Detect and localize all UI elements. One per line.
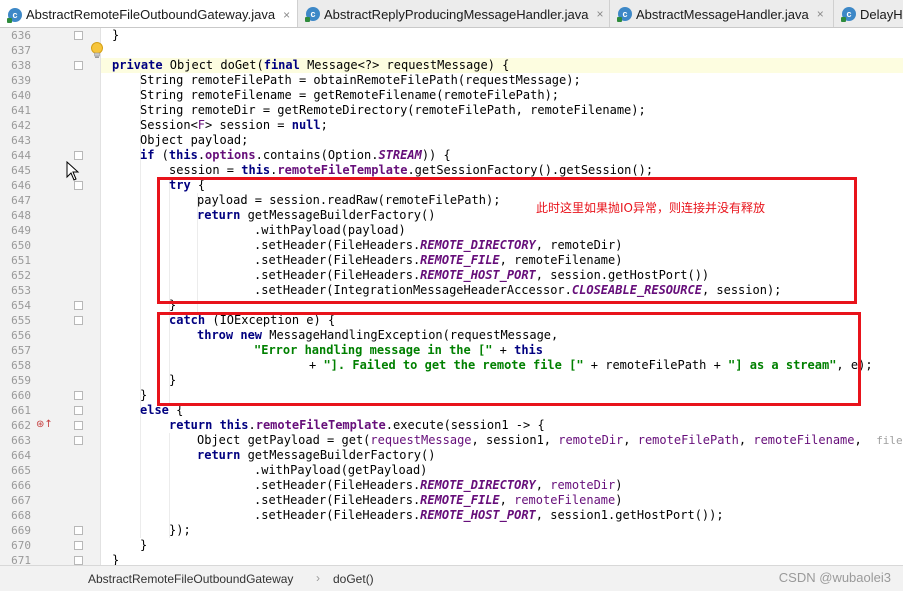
line-number: 659 bbox=[11, 374, 31, 387]
line-number: 665 bbox=[11, 464, 31, 477]
code-line: .withPayload(getPayload) bbox=[254, 463, 428, 477]
code-line: .setHeader(FileHeaders.REMOTE_FILE, remo… bbox=[254, 493, 623, 507]
line-number: 670 bbox=[11, 539, 31, 552]
close-tab-icon[interactable]: × bbox=[596, 7, 603, 21]
tab-abstract-message-handler[interactable]: c AbstractMessageHandler.java × bbox=[610, 0, 834, 27]
code-line: Object payload; bbox=[140, 133, 249, 147]
code-line: Session<F> session = null; bbox=[140, 118, 328, 132]
line-number: 639 bbox=[11, 74, 31, 87]
tab-abstract-reply-producing-message-handler[interactable]: c AbstractReplyProducingMessageHandler.j… bbox=[298, 0, 610, 27]
annotation-box-catch-block bbox=[157, 312, 861, 406]
line-number: 640 bbox=[11, 89, 31, 102]
code-line: if (this.options.contains(Option.STREAM)… bbox=[140, 148, 451, 162]
line-number: 669 bbox=[11, 524, 31, 537]
tab-label: AbstractReplyProducingMessageHandler.jav… bbox=[324, 6, 589, 22]
code-line: .setHeader(FileHeaders.REMOTE_HOST_PORT,… bbox=[254, 508, 724, 522]
close-tab-icon[interactable]: × bbox=[283, 8, 290, 22]
breadcrumb-bar: AbstractRemoteFileOutboundGateway › doGe… bbox=[0, 565, 903, 591]
close-tab-icon[interactable]: × bbox=[817, 7, 824, 21]
editor-tab-bar: c AbstractRemoteFileOutboundGateway.java… bbox=[0, 0, 903, 28]
line-number: 653 bbox=[11, 284, 31, 297]
line-number: 648 bbox=[11, 209, 31, 222]
fold-marker-icon[interactable] bbox=[74, 436, 83, 445]
line-number: 668 bbox=[11, 509, 31, 522]
line-number: 646 bbox=[11, 179, 31, 192]
line-number: 657 bbox=[11, 344, 31, 357]
code-line: String remoteFilename = getRemoteFilenam… bbox=[140, 88, 560, 102]
line-number: 655 bbox=[11, 314, 31, 327]
tab-label: AbstractMessageHandler.java bbox=[636, 6, 809, 22]
annotation-box-try-block bbox=[157, 177, 857, 304]
line-number: 654 bbox=[11, 299, 31, 312]
java-class-icon: c bbox=[617, 7, 632, 22]
fold-marker-icon[interactable] bbox=[74, 61, 83, 70]
breadcrumb-method[interactable]: doGet() bbox=[333, 572, 374, 586]
tab-label: DelayHa bbox=[860, 6, 903, 22]
code-line: private Object doGet(final Message<?> re… bbox=[112, 58, 510, 72]
code-line: session = this.remoteFileTemplate.getSes… bbox=[169, 163, 654, 177]
line-number: 647 bbox=[11, 194, 31, 207]
code-line: return this.remoteFileTemplate.execute(s… bbox=[169, 418, 545, 432]
tab-abstract-remote-file-outbound-gateway[interactable]: c AbstractRemoteFileOutboundGateway.java… bbox=[0, 0, 298, 27]
fold-marker-icon[interactable] bbox=[74, 421, 83, 430]
line-number: 663 bbox=[11, 434, 31, 447]
fold-marker-icon[interactable] bbox=[74, 301, 83, 310]
fold-marker-icon[interactable] bbox=[74, 526, 83, 535]
code-line: } bbox=[140, 388, 148, 402]
line-number: 662 bbox=[11, 419, 31, 432]
line-number: 644 bbox=[11, 149, 31, 162]
line-number: 660 bbox=[11, 389, 31, 402]
fold-marker-icon[interactable] bbox=[74, 541, 83, 550]
line-number: 643 bbox=[11, 134, 31, 147]
code-line: .setHeader(FileHeaders.REMOTE_DIRECTORY,… bbox=[254, 478, 623, 492]
line-number: 667 bbox=[11, 494, 31, 507]
fold-marker-icon[interactable] bbox=[74, 31, 83, 40]
fold-marker-icon[interactable] bbox=[74, 556, 83, 565]
line-number: 641 bbox=[11, 104, 31, 117]
line-number: 651 bbox=[11, 254, 31, 267]
java-class-icon: c bbox=[7, 7, 22, 23]
code-line: String remoteFilePath = obtainRemoteFile… bbox=[140, 73, 581, 87]
line-number: 656 bbox=[11, 329, 31, 342]
line-number: 650 bbox=[11, 239, 31, 252]
fold-marker-icon[interactable] bbox=[74, 151, 83, 160]
line-number: 638 bbox=[11, 59, 31, 72]
java-class-icon: c bbox=[305, 7, 320, 22]
code-line: }); bbox=[169, 523, 191, 537]
fold-marker-icon[interactable] bbox=[74, 316, 83, 325]
line-number: 645 bbox=[11, 164, 31, 177]
breadcrumb-class[interactable]: AbstractRemoteFileOutboundGateway bbox=[88, 572, 293, 586]
line-number: 666 bbox=[11, 479, 31, 492]
line-number: 649 bbox=[11, 224, 31, 237]
annotation-note: 此时这里如果抛IO异常，则连接并没有释放 bbox=[536, 201, 765, 215]
code-line: } bbox=[140, 538, 148, 552]
code-line: Object getPayload = get(requestMessage, … bbox=[197, 433, 903, 447]
tab-label: AbstractRemoteFileOutboundGateway.java bbox=[26, 7, 276, 22]
editor-gutter[interactable]: 636 637 638 639 640 641 642 643 644 645 … bbox=[0, 28, 100, 567]
watermark: CSDN @wubaolei3 bbox=[778, 570, 891, 585]
mouse-pointer-icon bbox=[66, 161, 80, 181]
breadcrumb-separator: › bbox=[316, 571, 320, 585]
code-line: } bbox=[112, 28, 120, 42]
code-line: return getMessageBuilderFactory() bbox=[197, 448, 436, 462]
java-class-icon: c bbox=[841, 7, 856, 22]
fold-marker-icon[interactable] bbox=[74, 406, 83, 415]
code-line: } bbox=[112, 553, 120, 565]
line-number: 664 bbox=[11, 449, 31, 462]
fold-marker-icon[interactable] bbox=[74, 391, 83, 400]
line-number: 658 bbox=[11, 359, 31, 372]
tab-delay-handler[interactable]: c DelayHa bbox=[834, 0, 903, 27]
code-line: String remoteDir = getRemoteDirectory(re… bbox=[140, 103, 646, 117]
fold-marker-icon[interactable] bbox=[74, 181, 83, 190]
line-number: 637 bbox=[11, 44, 31, 57]
line-number: 642 bbox=[11, 119, 31, 132]
line-number: 636 bbox=[11, 29, 31, 42]
line-number: 661 bbox=[11, 404, 31, 417]
overriding-method-icon[interactable]: ⊛↑ bbox=[36, 419, 53, 430]
line-number: 652 bbox=[11, 269, 31, 282]
